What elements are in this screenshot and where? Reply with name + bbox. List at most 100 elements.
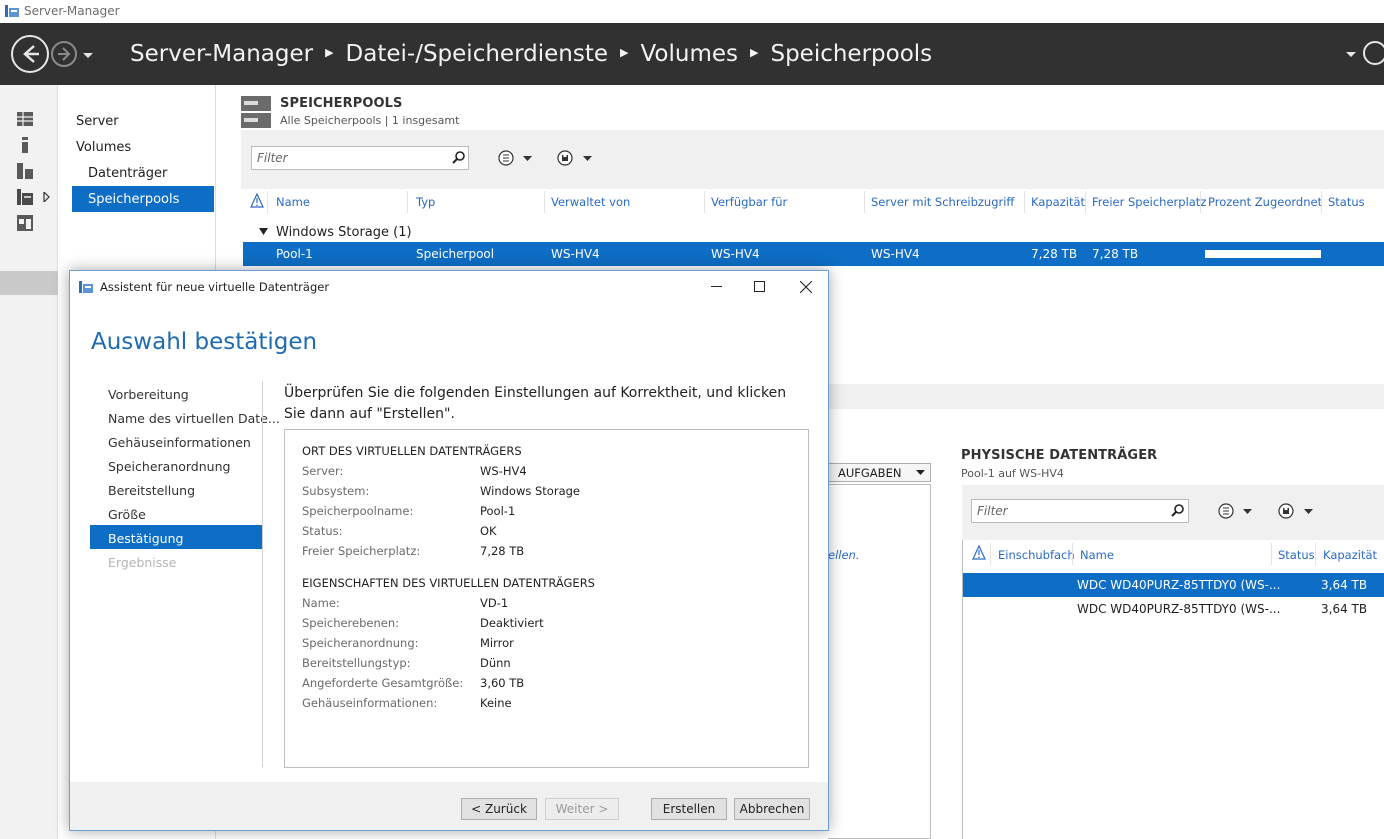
breadcrumb-separator-icon: ▶ <box>325 45 334 59</box>
step-layout[interactable]: Speicheranordnung <box>108 459 230 474</box>
nav-item-disks[interactable]: Datenträger <box>88 166 167 181</box>
col-free-space[interactable]: Freier Speicherplatz <box>1092 195 1206 209</box>
col-status[interactable]: Status <box>1328 195 1365 209</box>
pools-columns-button[interactable] <box>498 149 536 167</box>
summary-value: 3,60 TB <box>480 676 525 690</box>
column-separator <box>1271 543 1272 565</box>
breadcrumb: Server-Manager ▶ Datei-/Speicherdienste … <box>130 41 932 67</box>
step-confirmation[interactable]: Bestätigung <box>108 531 183 546</box>
minimize-icon[interactable] <box>711 286 722 288</box>
virtual-disks-list: ellen. <box>828 484 931 839</box>
icon-rail <box>0 85 58 839</box>
wizard-intro-text: Überprüfen Sie die folgenden Einstellung… <box>284 385 787 422</box>
breadcrumb-item-volumes[interactable]: Volumes <box>640 41 738 67</box>
breadcrumb-item-server-manager[interactable]: Server-Manager <box>130 41 313 67</box>
step-results: Ergebnisse <box>108 555 177 570</box>
pools-toolbar: Filter <box>241 130 1384 189</box>
col-available-to[interactable]: Verfügbar für <box>711 195 787 209</box>
col-type[interactable]: Typ <box>416 195 435 209</box>
wizard-app-icon <box>79 281 93 293</box>
refresh-dropdown-icon[interactable] <box>1346 52 1356 59</box>
forward-button[interactable] <box>51 41 77 67</box>
search-icon[interactable] <box>452 151 465 164</box>
col-bay[interactable]: Einschubfach <box>998 548 1075 562</box>
physical-filter-placeholder: Filter <box>977 504 1008 518</box>
wizard-footer: < Zurück Weiter > Erstellen Abbrechen <box>70 782 828 830</box>
new-virtual-disk-wizard: Assistent für neue virtuelle Datenträger… <box>69 270 829 831</box>
col-disk-capacity[interactable]: Kapazität <box>1323 548 1377 562</box>
physical-section-title: PHYSISCHE DATENTRÄGER <box>961 448 1158 463</box>
disk-capacity: 3,64 TB <box>1321 578 1368 592</box>
pools-save-query-button[interactable] <box>557 149 595 167</box>
nav-item-volumes[interactable]: Volumes <box>76 140 131 155</box>
col-capacity[interactable]: Kapazität <box>1031 195 1085 209</box>
summary-value: Deaktiviert <box>480 616 544 630</box>
summary-value: Mirror <box>480 636 514 650</box>
summary-value: Windows Storage <box>480 484 580 498</box>
maximize-icon[interactable] <box>754 281 765 292</box>
table-row[interactable]: WDC WD40PURZ-85TTDY0 (WS-... 3,64 TB <box>963 597 1384 621</box>
step-preparation[interactable]: Vorbereitung <box>108 387 189 402</box>
percent-allocated-bar <box>1205 250 1321 258</box>
disk-capacity: 3,64 TB <box>1321 602 1368 616</box>
tasks-dropdown-icon <box>916 470 925 475</box>
summary-value: Dünn <box>480 656 511 670</box>
step-enclosure[interactable]: Gehäuseinformationen <box>108 435 251 450</box>
pool-available-to: WS-HV4 <box>711 247 760 261</box>
col-disk-status[interactable]: Status <box>1278 548 1315 562</box>
window-title: Server-Manager <box>24 4 120 18</box>
summary-value: Pool-1 <box>480 504 516 518</box>
table-row[interactable]: Pool-1 Speicherpool WS-HV4 WS-HV4 WS-HV4… <box>243 242 1384 266</box>
breadcrumb-item-file-storage[interactable]: Datei-/Speicherdienste <box>346 41 608 67</box>
step-provisioning[interactable]: Bereitstellung <box>108 483 195 498</box>
close-icon[interactable] <box>800 281 812 293</box>
col-disk-name[interactable]: Name <box>1080 548 1114 562</box>
file-storage-icon[interactable] <box>17 189 33 205</box>
col-percent-allocated[interactable]: Prozent Zugeordnet <box>1208 195 1322 209</box>
step-name[interactable]: Name des virtuellen Date... <box>108 411 280 426</box>
search-icon[interactable] <box>1171 504 1184 517</box>
local-server-icon[interactable] <box>17 137 33 153</box>
col-write-server[interactable]: Server mit Schreibzugriff <box>871 195 1014 209</box>
create-button[interactable]: Erstellen <box>651 798 727 820</box>
breadcrumb-separator-icon: ▶ <box>620 45 629 59</box>
nav-item-storage-pools[interactable]: Speicherpools <box>88 192 179 207</box>
summary-value: WS-HV4 <box>480 464 527 478</box>
pool-write-server: WS-HV4 <box>871 247 920 261</box>
nav-item-server[interactable]: Server <box>76 114 119 129</box>
step-size[interactable]: Größe <box>108 507 146 522</box>
refresh-icon[interactable] <box>1363 41 1384 65</box>
storage-pool-icon <box>241 96 271 128</box>
server-manager-app-icon <box>5 5 19 17</box>
history-dropdown-icon[interactable] <box>82 52 94 60</box>
col-name[interactable]: Name <box>276 195 310 209</box>
table-row[interactable]: WDC WD40PURZ-85TTDY0 (WS-... 3,64 TB <box>963 573 1384 597</box>
all-servers-icon[interactable] <box>17 163 33 179</box>
column-separator <box>1024 191 1025 213</box>
pools-section-title: SPEICHERPOOLS <box>280 96 403 111</box>
tasks-label: AUFGABEN <box>838 466 902 480</box>
save-query-icon <box>557 150 592 166</box>
expand-arrow-icon[interactable] <box>43 192 50 202</box>
col-managed-by[interactable]: Verwaltet von <box>551 195 630 209</box>
tasks-button[interactable]: AUFGABEN <box>828 463 931 482</box>
list-options-icon <box>1218 503 1252 519</box>
virtual-disks-link-fragment[interactable]: ellen. <box>828 548 860 562</box>
arrow-left-icon <box>23 45 39 63</box>
back-wizard-button[interactable]: < Zurück <box>461 798 537 820</box>
physical-filter-input[interactable]: Filter <box>971 499 1189 523</box>
physical-columns-button[interactable] <box>1218 502 1256 520</box>
dashboard-icon[interactable] <box>17 112 33 126</box>
summary-label: Subsystem: <box>302 484 370 498</box>
summary-label: Speicherpoolname: <box>302 504 414 518</box>
cancel-button[interactable]: Abbrechen <box>734 798 810 820</box>
physical-save-query-button[interactable] <box>1278 502 1316 520</box>
collapse-group-icon[interactable] <box>259 228 268 236</box>
summary-label: Speicherebenen: <box>302 616 400 630</box>
summary-label: Speicheranordnung: <box>302 636 419 650</box>
pools-filter-input[interactable]: Filter <box>251 146 469 170</box>
summary-value: 7,28 TB <box>480 544 525 558</box>
hyper-v-icon[interactable] <box>17 215 33 231</box>
group-header[interactable]: Windows Storage (1) <box>276 225 412 240</box>
back-button[interactable] <box>11 35 49 73</box>
